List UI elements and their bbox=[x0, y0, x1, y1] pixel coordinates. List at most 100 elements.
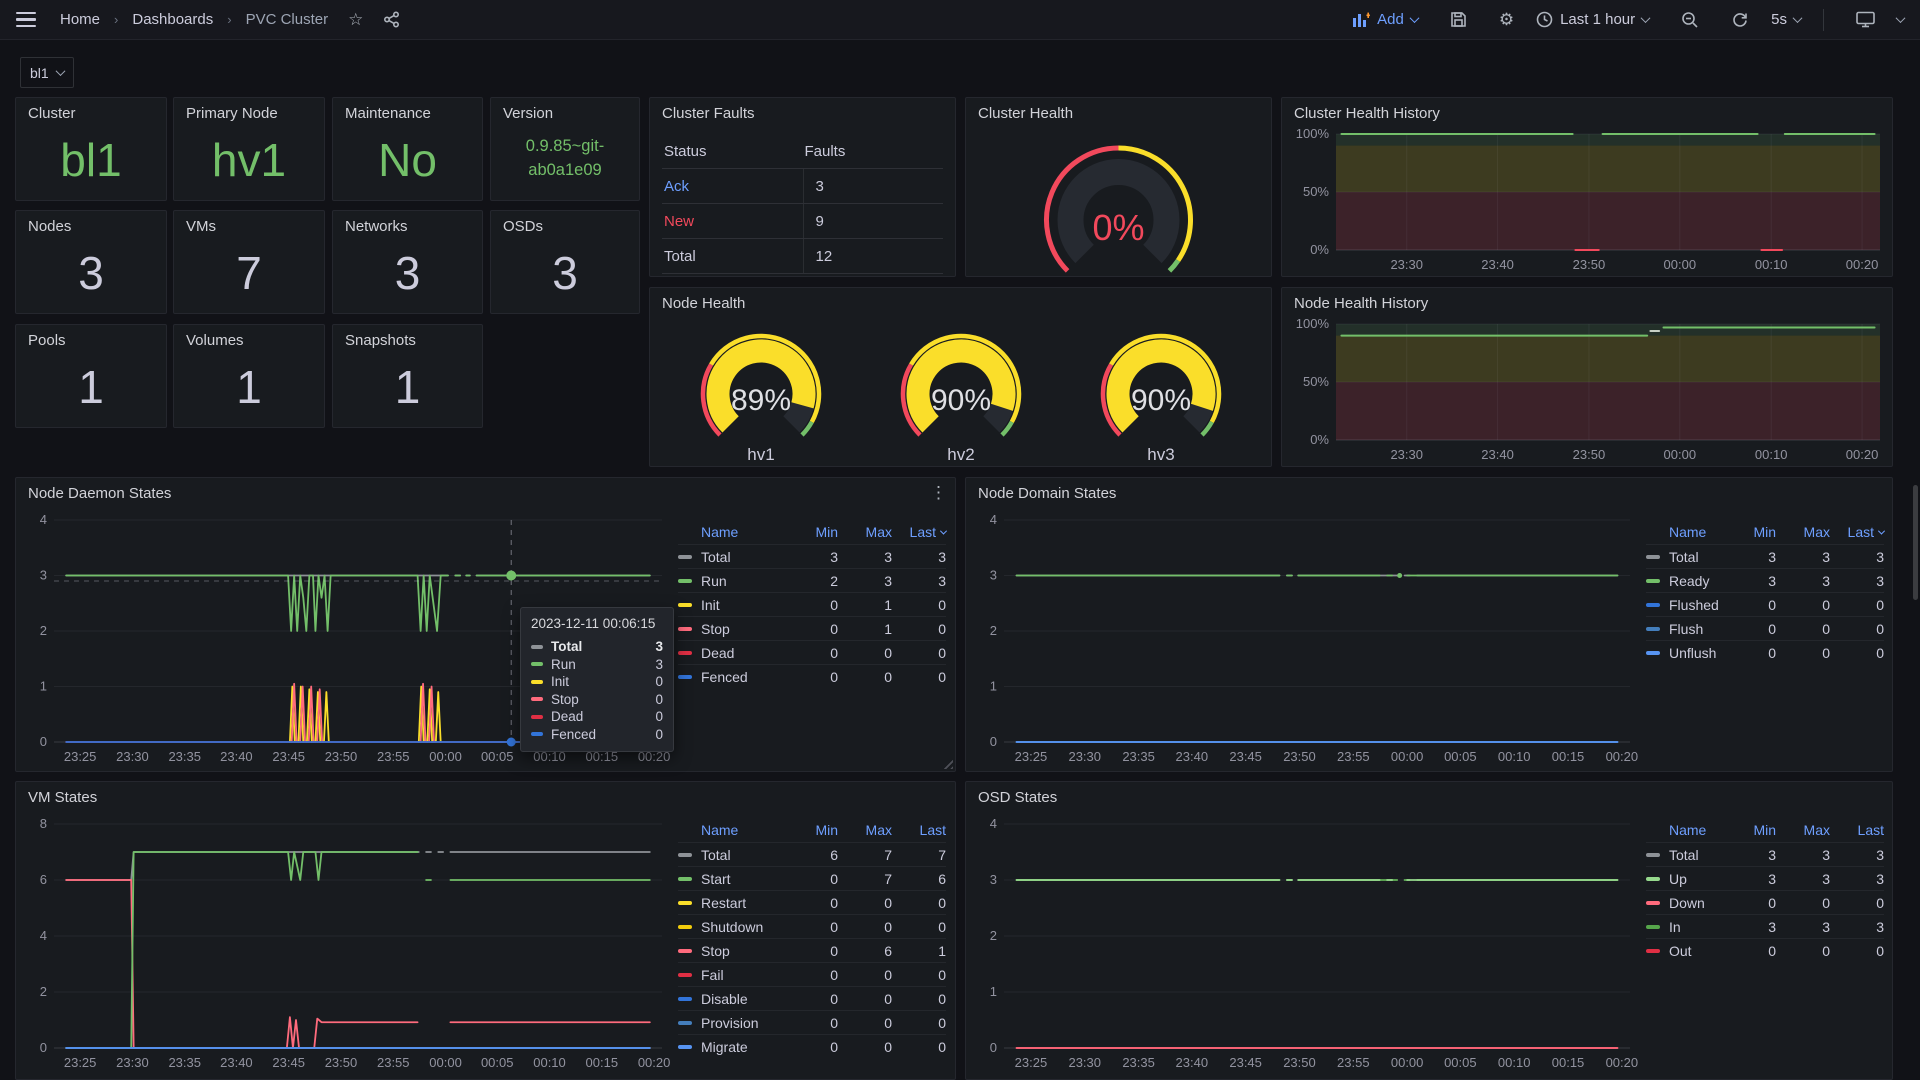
panel-title[interactable]: Node Domain States bbox=[966, 478, 1892, 509]
resize-handle[interactable] bbox=[940, 756, 953, 769]
legend-row[interactable]: Dead000 bbox=[678, 640, 946, 664]
panel-title[interactable]: Maintenance bbox=[333, 98, 482, 129]
settings-gear-icon[interactable]: ⚙ bbox=[1499, 10, 1514, 30]
svg-text:23:35: 23:35 bbox=[168, 1055, 201, 1070]
chevron-down-icon[interactable] bbox=[1896, 13, 1906, 23]
add-button[interactable]: Add bbox=[1353, 11, 1418, 28]
panel-title[interactable]: Version bbox=[491, 98, 639, 129]
star-icon[interactable]: ☆ bbox=[348, 10, 363, 30]
refresh-icon[interactable] bbox=[1731, 11, 1749, 29]
legend-header[interactable]: NameMinMaxLast bbox=[678, 520, 946, 544]
stat-value: bl1 bbox=[16, 129, 166, 200]
panel-menu-icon[interactable]: ⋮ bbox=[930, 483, 947, 503]
legend-row[interactable]: Stop010 bbox=[678, 616, 946, 640]
legend-row[interactable]: Total333 bbox=[1646, 544, 1884, 568]
legend-row[interactable]: Provision000 bbox=[678, 1010, 946, 1034]
legend-header[interactable]: NameMinMaxLast bbox=[1646, 520, 1884, 544]
svg-text:50%: 50% bbox=[1303, 184, 1329, 199]
legend-row[interactable]: Run233 bbox=[678, 568, 946, 592]
legend-row[interactable]: Total333 bbox=[1646, 842, 1884, 866]
node-domain-states-legend[interactable]: NameMinMaxLastTotal333Ready333Flushed000… bbox=[1646, 520, 1884, 664]
panel-node-domain-states: Node Domain States 0123423:2523:3023:352… bbox=[965, 477, 1893, 772]
legend-row[interactable]: Total677 bbox=[678, 842, 946, 866]
legend-row[interactable]: Migrate000 bbox=[678, 1034, 946, 1058]
legend-row[interactable]: Down000 bbox=[1646, 890, 1884, 914]
panel-title[interactable]: Pools bbox=[16, 325, 166, 356]
legend-row[interactable]: Flushed000 bbox=[1646, 592, 1884, 616]
panel-title[interactable]: VMs bbox=[174, 211, 324, 242]
legend-row[interactable]: Ready333 bbox=[1646, 568, 1884, 592]
panel-title[interactable]: Snapshots bbox=[333, 325, 482, 356]
zoom-out-icon[interactable] bbox=[1681, 11, 1699, 29]
legend-row[interactable]: In333 bbox=[1646, 914, 1884, 938]
dashboard-canvas: bl1 Cluster bl1 Primary Node hv1 Mainten… bbox=[0, 40, 1920, 1080]
osd-states-chart[interactable]: 0123423:2523:3023:3523:4023:4523:5023:55… bbox=[974, 816, 1638, 1072]
legend-row[interactable]: Up333 bbox=[1646, 866, 1884, 890]
node-daemon-states-legend[interactable]: NameMinMaxLastTotal333Run233Init010Stop0… bbox=[678, 520, 946, 688]
scrollbar[interactable] bbox=[1913, 485, 1918, 600]
legend-header[interactable]: NameMinMaxLast bbox=[1646, 818, 1884, 842]
legend-row[interactable]: Flush000 bbox=[1646, 616, 1884, 640]
breadcrumb-home[interactable]: Home bbox=[60, 11, 100, 28]
panel-cluster-health: Cluster Health 0% bbox=[965, 97, 1272, 277]
panel-title[interactable]: Nodes bbox=[16, 211, 166, 242]
svg-text:00:20: 00:20 bbox=[1846, 257, 1879, 272]
legend-row[interactable]: Restart000 bbox=[678, 890, 946, 914]
panel-title[interactable]: Node Health History bbox=[1282, 288, 1892, 319]
panel-title[interactable]: Cluster Faults bbox=[650, 98, 955, 129]
svg-text:23:45: 23:45 bbox=[1229, 749, 1262, 764]
menu-icon[interactable] bbox=[16, 12, 36, 28]
panel-title[interactable]: Cluster bbox=[16, 98, 166, 129]
stat-value: No bbox=[333, 129, 482, 200]
panel-title[interactable]: OSDs bbox=[491, 211, 639, 242]
svg-text:00:10: 00:10 bbox=[1498, 749, 1531, 764]
panel-title[interactable]: Node Health bbox=[650, 288, 1271, 319]
panel-title[interactable]: Cluster Health History bbox=[1282, 98, 1892, 129]
panel-title[interactable]: Volumes bbox=[174, 325, 324, 356]
legend-row[interactable]: Start076 bbox=[678, 866, 946, 890]
panel-title[interactable]: Primary Node bbox=[174, 98, 324, 129]
cluster-health-history-chart[interactable]: 0%50%100%23:3023:4023:5000:0000:1000:20 bbox=[1288, 126, 1888, 274]
panel-title[interactable]: OSD States bbox=[966, 782, 1892, 813]
node-health-gauges: 89%hv1 90%hv2 90%hv3 bbox=[650, 316, 1271, 466]
save-icon[interactable] bbox=[1450, 11, 1467, 28]
panel-title[interactable]: Node Daemon States bbox=[16, 478, 955, 509]
legend-row[interactable]: Fail000 bbox=[678, 962, 946, 986]
osd-states-legend[interactable]: NameMinMaxLastTotal333Up333Down000In333O… bbox=[1646, 818, 1884, 962]
svg-text:0: 0 bbox=[990, 734, 997, 749]
node-domain-states-chart[interactable]: 0123423:2523:3023:3523:4023:4523:5023:55… bbox=[974, 512, 1638, 766]
legend-header[interactable]: NameMinMaxLast bbox=[678, 818, 946, 842]
refresh-interval-dropdown[interactable]: 5s bbox=[1771, 11, 1801, 28]
vm-states-legend[interactable]: NameMinMaxLastTotal677Start076Restart000… bbox=[678, 818, 946, 1058]
panel-title[interactable]: Networks bbox=[333, 211, 482, 242]
time-range-picker[interactable]: Last 1 hour bbox=[1536, 11, 1649, 28]
tooltip-row: Init0 bbox=[531, 673, 663, 691]
vm-states-chart[interactable]: 0246823:2523:3023:3523:4023:4523:5023:55… bbox=[24, 816, 670, 1072]
breadcrumb-dashboards[interactable]: Dashboards bbox=[132, 11, 213, 28]
legend-row[interactable]: Disable000 bbox=[678, 986, 946, 1010]
svg-text:23:55: 23:55 bbox=[1337, 1055, 1370, 1070]
faults-table-header[interactable]: StatusFaults bbox=[662, 134, 943, 169]
faults-row: Ack3 bbox=[662, 169, 943, 204]
variable-dropdown[interactable]: bl1 bbox=[20, 57, 74, 88]
legend-row[interactable]: Total333 bbox=[678, 544, 946, 568]
tooltip-row: Run3 bbox=[531, 656, 663, 674]
svg-text:00:10: 00:10 bbox=[1755, 257, 1788, 272]
svg-text:00:10: 00:10 bbox=[1755, 447, 1788, 462]
panel-title[interactable]: VM States bbox=[16, 782, 955, 813]
legend-row[interactable]: Unflush000 bbox=[1646, 640, 1884, 664]
node-health-history-chart[interactable]: 0%50%100%23:3023:4023:5000:0000:1000:20 bbox=[1288, 316, 1888, 464]
legend-row[interactable]: Out000 bbox=[1646, 938, 1884, 962]
kiosk-monitor-icon[interactable] bbox=[1856, 11, 1875, 28]
svg-text:00:05: 00:05 bbox=[1444, 1055, 1477, 1070]
panel-vms: VMs 7 bbox=[173, 210, 325, 314]
share-icon[interactable] bbox=[383, 11, 400, 28]
legend-row[interactable]: Init010 bbox=[678, 592, 946, 616]
legend-row[interactable]: Shutdown000 bbox=[678, 914, 946, 938]
legend-row[interactable]: Fenced000 bbox=[678, 664, 946, 688]
legend-row[interactable]: Stop061 bbox=[678, 938, 946, 962]
svg-text:23:40: 23:40 bbox=[1176, 1055, 1209, 1070]
svg-text:23:35: 23:35 bbox=[1122, 749, 1155, 764]
panel-pools: Pools 1 bbox=[15, 324, 167, 428]
svg-text:23:25: 23:25 bbox=[64, 1055, 97, 1070]
